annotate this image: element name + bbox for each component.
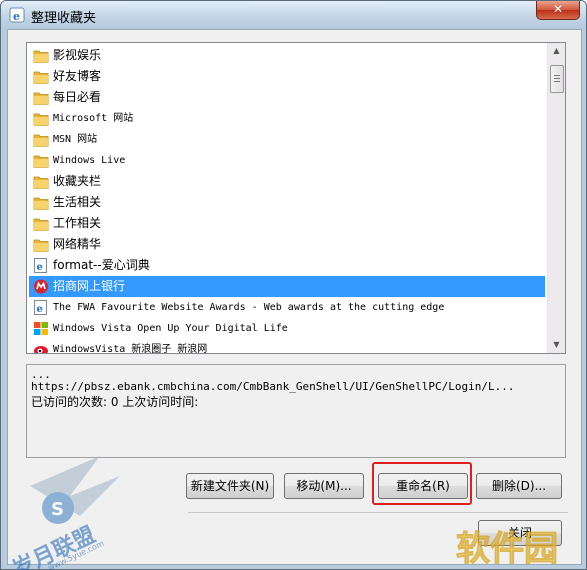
scroll-thumb[interactable] [550, 65, 564, 93]
folder-icon [33, 174, 49, 189]
svg-text:e: e [37, 304, 43, 315]
watermark-right-text: 软件园 [456, 529, 558, 569]
favorites-item-label: 影视娱乐 [53, 48, 102, 62]
favorite-details-panel: ... https://pbsz.ebank.cmbchina.com/CmbB… [26, 364, 566, 458]
favorites-item-label: 网络精华 [53, 237, 102, 251]
favorites-list-item[interactable]: 工作相关 [29, 213, 545, 234]
details-url: https://pbsz.ebank.cmbchina.com/CmbBank_… [31, 380, 515, 393]
favorites-item-label: MSN 网站 [53, 134, 98, 145]
favorites-list-item[interactable]: e format--爱心词典 [29, 255, 545, 276]
folder-icon [33, 153, 49, 168]
favorites-item-label: Windows Vista Open Up Your Digital Life [53, 323, 288, 334]
favorites-list[interactable]: WindowsVista_新浪圈子_新浪网 Windows Vista Open … [26, 42, 566, 354]
svg-text:S: S [51, 499, 64, 520]
ie-page-icon: e [33, 300, 49, 315]
scroll-down-icon[interactable]: ▼ [549, 337, 564, 353]
sina-icon [33, 342, 49, 353]
svg-text:e: e [13, 10, 20, 23]
favorites-item-label: WindowsVista_新浪圈子_新浪网 [53, 344, 208, 354]
favorites-list-item[interactable]: e The FWA Favourite Website Awards - Web … [29, 297, 545, 318]
rename-highlight-box [372, 462, 472, 505]
ie-page-icon: e [33, 258, 49, 273]
new-folder-button[interactable]: 新建文件夹(N) [186, 473, 274, 499]
favorites-list-item[interactable]: 生活相关 [29, 192, 545, 213]
scroll-up-icon[interactable]: ▲ [549, 43, 564, 59]
favorites-list-item[interactable]: Windows Vista Open Up Your Digital Life [29, 318, 545, 339]
cmb-bank-icon [33, 279, 49, 294]
favorites-list-item[interactable]: 网络精华 [29, 234, 545, 255]
favorites-item-label: 好友博客 [53, 69, 102, 83]
folder-icon [33, 132, 49, 147]
favorites-list-item[interactable]: 好友博客 [29, 66, 545, 87]
button-separator [188, 512, 568, 513]
favorites-item-label: format--爱心词典 [53, 258, 150, 272]
favorites-item-label: 招商网上银行 [53, 279, 126, 293]
favorites-list-item[interactable]: 每日必看 [29, 87, 545, 108]
vertical-scrollbar[interactable]: ▲ ▼ [547, 43, 565, 353]
favorites-list-item[interactable]: Microsoft 网站 [29, 108, 545, 129]
favorites-item-label: Windows Live [53, 155, 126, 166]
folder-icon [33, 216, 49, 231]
move-button[interactable]: 移动(M)... [284, 473, 364, 499]
favorites-list-item[interactable]: Windows Live [29, 150, 545, 171]
folder-icon [33, 111, 49, 126]
favorites-list-item[interactable]: 影视娱乐 [29, 45, 545, 66]
favorites-item-label: 工作相关 [53, 216, 102, 230]
folder-icon [33, 237, 49, 252]
favorites-list-item[interactable]: 招商网上银行 [29, 276, 545, 297]
favorites-item-label: 收藏夹栏 [53, 174, 102, 188]
favorites-list-item[interactable]: MSN 网站 [29, 129, 545, 150]
favorites-list-item[interactable]: 收藏夹栏 [29, 171, 545, 192]
favorites-item-label: 每日必看 [53, 90, 102, 104]
svg-text:e: e [37, 262, 43, 273]
favorites-list-item[interactable]: WindowsVista_新浪圈子_新浪网 [29, 339, 545, 354]
ie-app-icon: e [9, 7, 25, 23]
delete-button[interactable]: 删除(D)... [476, 473, 562, 499]
folder-icon [33, 69, 49, 84]
windows-flag-icon [33, 321, 49, 336]
folder-icon [33, 90, 49, 105]
favorites-item-label: The FWA Favourite Website Awards - Web a… [53, 302, 445, 313]
folder-icon [33, 195, 49, 210]
window-title: 整理收藏夹 [31, 11, 97, 26]
details-visits: 已访问的次数: 0 上次访问时间: [31, 395, 199, 409]
watermark-right: 软件园 [456, 529, 559, 570]
watermark-logo: S 岁月联盟 www.5yue.com [9, 456, 120, 570]
favorites-item-label: Microsoft 网站 [53, 113, 134, 124]
favorites-item-label: 生活相关 [53, 195, 102, 209]
folder-icon [33, 48, 49, 63]
window-close-button[interactable]: ✕ [536, 1, 580, 20]
title-bar[interactable]: e 整理收藏夹 ✕ [1, 1, 586, 29]
